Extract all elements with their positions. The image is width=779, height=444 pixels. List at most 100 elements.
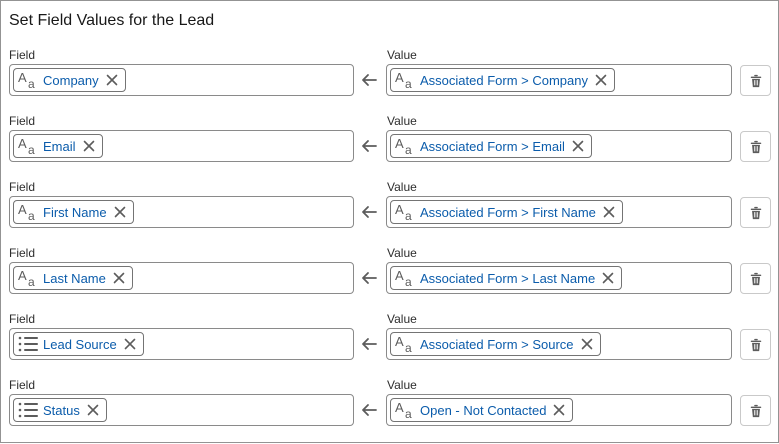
value-input[interactable]: Aa Associated Form > Last Name [386, 262, 732, 294]
arrow-left-icon [360, 270, 378, 286]
value-pill[interactable]: Aa Associated Form > Email [390, 134, 592, 158]
value-label: Value [387, 180, 417, 194]
svg-text:a: a [28, 209, 35, 222]
delete-row-button[interactable] [740, 329, 771, 360]
arrow-left-icon [360, 72, 378, 88]
field-label: Field [9, 312, 36, 326]
svg-text:A: A [18, 136, 27, 151]
value-label: Value [387, 114, 417, 128]
arrow-left-icon [360, 138, 378, 154]
svg-text:A: A [395, 136, 404, 151]
value-input[interactable]: Aa Associated Form > Source [386, 328, 732, 360]
delete-row-button[interactable] [740, 263, 771, 294]
field-input[interactable]: Lead Source [9, 328, 354, 360]
trash-icon [749, 206, 763, 220]
close-icon[interactable] [82, 139, 96, 153]
field-pill[interactable]: Aa First Name [13, 200, 134, 224]
trash-icon [749, 338, 763, 352]
svg-text:A: A [395, 202, 404, 217]
value-pill-label: Associated Form > First Name [420, 204, 596, 220]
field-pill[interactable]: Aa Company [13, 68, 126, 92]
text-type-icon: Aa [394, 202, 416, 223]
mapping-row: Field Value Lead Source Aa Associated Form >… [1, 312, 778, 378]
picklist-type-icon [17, 400, 39, 420]
field-input[interactable]: Aa Last Name [9, 262, 354, 294]
close-icon[interactable] [602, 205, 616, 219]
value-label: Value [387, 246, 417, 260]
field-pill[interactable]: Aa Last Name [13, 266, 133, 290]
text-type-icon: Aa [394, 400, 416, 421]
delete-row-button[interactable] [740, 131, 771, 162]
close-icon[interactable] [123, 337, 137, 351]
value-pill-label: Associated Form > Company [420, 72, 588, 88]
mapping-row: Field Value Aa Company Aa Associated Form > C… [1, 48, 778, 114]
close-icon[interactable] [580, 337, 594, 351]
value-input[interactable]: Aa Open - Not Contacted [386, 394, 732, 426]
svg-text:a: a [405, 209, 412, 222]
field-label: Field [9, 114, 36, 128]
arrow-left-icon [360, 402, 378, 418]
value-label: Value [387, 378, 417, 392]
delete-row-button[interactable] [740, 197, 771, 228]
svg-text:A: A [395, 268, 404, 283]
close-icon[interactable] [86, 403, 100, 417]
close-icon[interactable] [112, 271, 126, 285]
value-pill[interactable]: Aa Open - Not Contacted [390, 398, 574, 422]
field-mapping-panel: Set Field Values for the Lead Field Value… [0, 0, 779, 443]
value-pill[interactable]: Aa Associated Form > First Name [390, 200, 623, 224]
field-label: Field [9, 246, 36, 260]
value-pill[interactable]: Aa Associated Form > Source [390, 332, 601, 356]
trash-icon [749, 404, 763, 418]
mapping-row: Field Value Aa First Name Aa Associated Form … [1, 180, 778, 246]
field-pill[interactable]: Lead Source [13, 332, 144, 356]
svg-text:A: A [395, 70, 404, 85]
field-label: Field [9, 378, 36, 392]
trash-icon [749, 74, 763, 88]
field-pill-label: Status [43, 402, 80, 418]
svg-text:a: a [405, 407, 412, 420]
delete-row-button[interactable] [740, 395, 771, 426]
text-type-icon: Aa [394, 70, 416, 91]
text-type-icon: Aa [17, 70, 39, 91]
value-input[interactable]: Aa Associated Form > Email [386, 130, 732, 162]
field-pill-label: First Name [43, 204, 107, 220]
mapping-row: Field Value Aa Email Aa Associated Form > Ema… [1, 114, 778, 180]
field-pill-label: Email [43, 138, 76, 154]
value-input[interactable]: Aa Associated Form > First Name [386, 196, 732, 228]
close-icon[interactable] [594, 73, 608, 87]
field-input[interactable]: Aa First Name [9, 196, 354, 228]
field-pill-label: Lead Source [43, 336, 117, 352]
svg-text:a: a [28, 77, 35, 90]
field-input[interactable]: Aa Email [9, 130, 354, 162]
value-pill[interactable]: Aa Associated Form > Company [390, 68, 615, 92]
close-icon[interactable] [113, 205, 127, 219]
value-pill[interactable]: Aa Associated Form > Last Name [390, 266, 623, 290]
svg-text:a: a [405, 143, 412, 156]
field-pill[interactable]: Aa Email [13, 134, 103, 158]
svg-text:A: A [18, 268, 27, 283]
field-label: Field [9, 48, 36, 62]
svg-text:a: a [405, 341, 412, 354]
field-pill-label: Company [43, 72, 99, 88]
field-input[interactable]: Status [9, 394, 354, 426]
svg-text:a: a [405, 275, 412, 288]
close-icon[interactable] [601, 271, 615, 285]
field-label: Field [9, 180, 36, 194]
close-icon[interactable] [552, 403, 566, 417]
arrow-left-icon [360, 336, 378, 352]
value-input[interactable]: Aa Associated Form > Company [386, 64, 732, 96]
value-label: Value [387, 48, 417, 62]
close-icon[interactable] [571, 139, 585, 153]
svg-text:A: A [18, 70, 27, 85]
text-type-icon: Aa [17, 268, 39, 289]
field-input[interactable]: Aa Company [9, 64, 354, 96]
field-pill[interactable]: Status [13, 398, 107, 422]
svg-text:a: a [405, 77, 412, 90]
value-label: Value [387, 312, 417, 326]
picklist-type-icon [17, 334, 39, 354]
text-type-icon: Aa [17, 136, 39, 157]
value-pill-label: Associated Form > Source [420, 336, 574, 352]
delete-row-button[interactable] [740, 65, 771, 96]
close-icon[interactable] [105, 73, 119, 87]
field-pill-label: Last Name [43, 270, 106, 286]
